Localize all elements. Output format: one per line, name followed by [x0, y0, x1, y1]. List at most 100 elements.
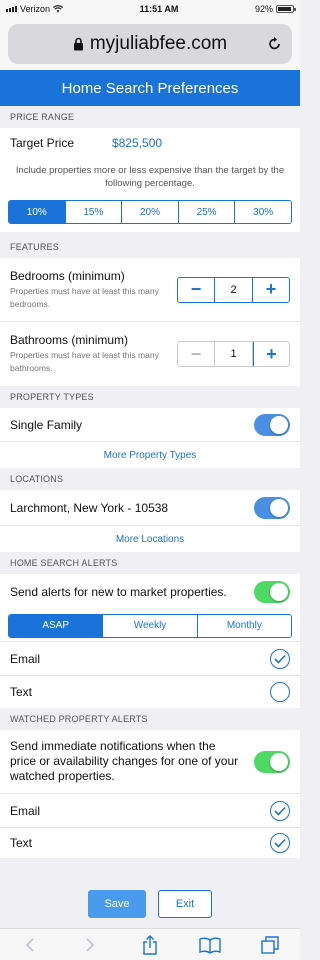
property-type-label: Single Family [10, 417, 83, 432]
bedrooms-value: 2 [214, 277, 253, 302]
location-label: Larchmont, New York - 10538 [10, 500, 169, 515]
url-domain: myjuliabfee.com [89, 33, 228, 54]
page-title: Home Search Preferences [61, 79, 239, 97]
price-range-option-25[interactable]: 25% [177, 201, 235, 223]
battery-icon [275, 5, 296, 13]
bedrooms-decrement-button[interactable]: − [178, 278, 214, 302]
price-range-option-30[interactable]: 30% [234, 201, 291, 223]
frequency-option-asap[interactable]: ASAP [9, 614, 103, 637]
watched-alerts-email-label: Email [10, 803, 41, 818]
watched-alerts-toggle[interactable] [254, 750, 290, 773]
search-alerts-toggle-label: Send alerts for new to market properties… [10, 585, 227, 599]
target-price-row: Target Price $825,500 [0, 128, 300, 158]
checkmark-icon [274, 838, 286, 848]
watched-alerts-toggle-row: Send immediate notifications when the pr… [0, 730, 300, 794]
price-range-selector-wrap: 10% 15% 20% 25% 30% [0, 196, 300, 232]
back-icon[interactable] [18, 933, 42, 957]
reload-icon[interactable] [268, 35, 282, 51]
battery-percent: 92% [254, 4, 273, 14]
bathrooms-text: Bathrooms (minimum) Properties must have… [10, 333, 160, 375]
bedrooms-description: Properties must have at least this many … [10, 285, 159, 309]
more-property-types-row: More Property Types [0, 442, 300, 468]
bedrooms-text: Bedrooms (minimum) Properties must have … [10, 269, 160, 311]
location-toggle[interactable] [254, 496, 290, 519]
price-range-option-15[interactable]: 15% [64, 201, 122, 223]
price-range-option-20[interactable]: 20% [121, 201, 178, 223]
section-header-features: FEATURES [0, 236, 300, 258]
watched-alerts-email-checkbox[interactable] [270, 800, 290, 821]
bedrooms-row: Bedrooms (minimum) Properties must have … [0, 258, 300, 322]
watched-alerts-text-checkbox[interactable] [270, 833, 290, 853]
bathrooms-decrement-button[interactable]: − [178, 342, 214, 366]
wifi-icon [53, 5, 64, 13]
target-price-value[interactable]: $825,500 [112, 136, 162, 150]
bookmarks-icon[interactable] [198, 933, 222, 957]
watched-alerts-text-row[interactable]: Text [0, 828, 300, 858]
bathrooms-label: Bathrooms (minimum) [10, 333, 129, 347]
status-bar: Verizon 11:51 AM 92% [0, 0, 300, 18]
search-alerts-text-row[interactable]: Text [0, 676, 300, 708]
property-type-toggle[interactable] [254, 413, 290, 436]
battery-info: 92% [254, 4, 296, 14]
bathrooms-increment-button[interactable]: + [253, 342, 289, 366]
section-header-locations: LOCATIONS [0, 468, 300, 490]
more-locations-row: More Locations [0, 526, 300, 552]
carrier-label: Verizon [20, 4, 51, 14]
watched-alerts-toggle-label: Send immediate notifications when the pr… [10, 739, 239, 783]
carrier-info: Verizon [6, 4, 64, 14]
status-time: 11:51 AM [139, 4, 179, 14]
bedrooms-stepper: − 2 + [177, 276, 290, 303]
section-header-search-alerts: HOME SEARCH ALERTS [0, 552, 300, 574]
frequency-selector: ASAP Weekly Monthly [8, 613, 292, 638]
signal-icon [6, 6, 17, 12]
bathrooms-value: 1 [214, 342, 253, 366]
share-icon[interactable] [138, 933, 162, 957]
bedrooms-label: Bedrooms (minimum) [10, 268, 125, 283]
address-bar-area: myjuliabfee.com [0, 18, 300, 70]
bathrooms-description: Properties must have at least this many … [10, 350, 159, 373]
bathrooms-stepper: − 1 + [177, 341, 290, 367]
search-alerts-group: Send alerts for new to market properties… [0, 574, 300, 708]
price-range-description: Include properties more or less expensiv… [15, 165, 285, 189]
address-bar[interactable]: myjuliabfee.com [8, 24, 292, 64]
save-button[interactable]: Save [88, 890, 146, 918]
checkmark-icon [274, 806, 286, 816]
form-actions: Save Exit [0, 880, 300, 928]
property-type-row: Single Family [0, 408, 300, 442]
tabs-icon[interactable] [258, 933, 282, 957]
watched-alerts-email-row[interactable]: Email [0, 794, 300, 828]
price-range-option-10[interactable]: 10% [9, 201, 65, 223]
page-title-bar: Home Search Preferences [0, 70, 300, 106]
search-alerts-email-label: Email [10, 651, 41, 666]
search-alerts-text-label: Text [10, 685, 33, 699]
section-header-watched-alerts: WATCHED PROPERTY ALERTS [0, 708, 300, 730]
lock-icon [73, 37, 83, 51]
watched-alerts-group: Send immediate notifications when the pr… [0, 730, 300, 858]
frequency-option-weekly[interactable]: Weekly [102, 614, 197, 637]
exit-button[interactable]: Exit [158, 890, 212, 918]
forward-icon[interactable] [78, 933, 102, 957]
more-property-types-link[interactable]: More Property Types [10, 450, 290, 461]
target-price-label: Target Price [10, 136, 75, 150]
property-types-group: Single Family More Property Types [0, 408, 300, 468]
search-alerts-toggle[interactable] [254, 581, 290, 603]
price-range-group: Target Price $825,500 Include properties… [0, 128, 300, 232]
search-alerts-text-checkbox[interactable] [270, 682, 290, 702]
features-group: Bedrooms (minimum) Properties must have … [0, 258, 300, 386]
browser-toolbar [0, 928, 300, 960]
search-alerts-toggle-row: Send alerts for new to market properties… [0, 574, 300, 610]
checkmark-icon [274, 654, 286, 664]
location-row: Larchmont, New York - 10538 [0, 490, 300, 526]
watched-alerts-text-label: Text [10, 836, 33, 850]
frequency-row: ASAP Weekly Monthly [0, 610, 300, 642]
frequency-option-monthly[interactable]: Monthly [196, 614, 291, 637]
section-header-price: PRICE RANGE [0, 106, 300, 128]
section-header-property-types: PROPERTY TYPES [0, 386, 300, 408]
bathrooms-row: Bathrooms (minimum) Properties must have… [0, 322, 300, 386]
search-alerts-email-checkbox[interactable] [270, 648, 290, 669]
price-range-selector: 10% 15% 20% 25% 30% [8, 200, 292, 224]
bedrooms-increment-button[interactable]: + [253, 278, 289, 302]
search-alerts-email-row[interactable]: Email [0, 642, 300, 676]
locations-group: Larchmont, New York - 10538 More Locatio… [0, 490, 300, 552]
more-locations-link[interactable]: More Locations [10, 534, 290, 545]
